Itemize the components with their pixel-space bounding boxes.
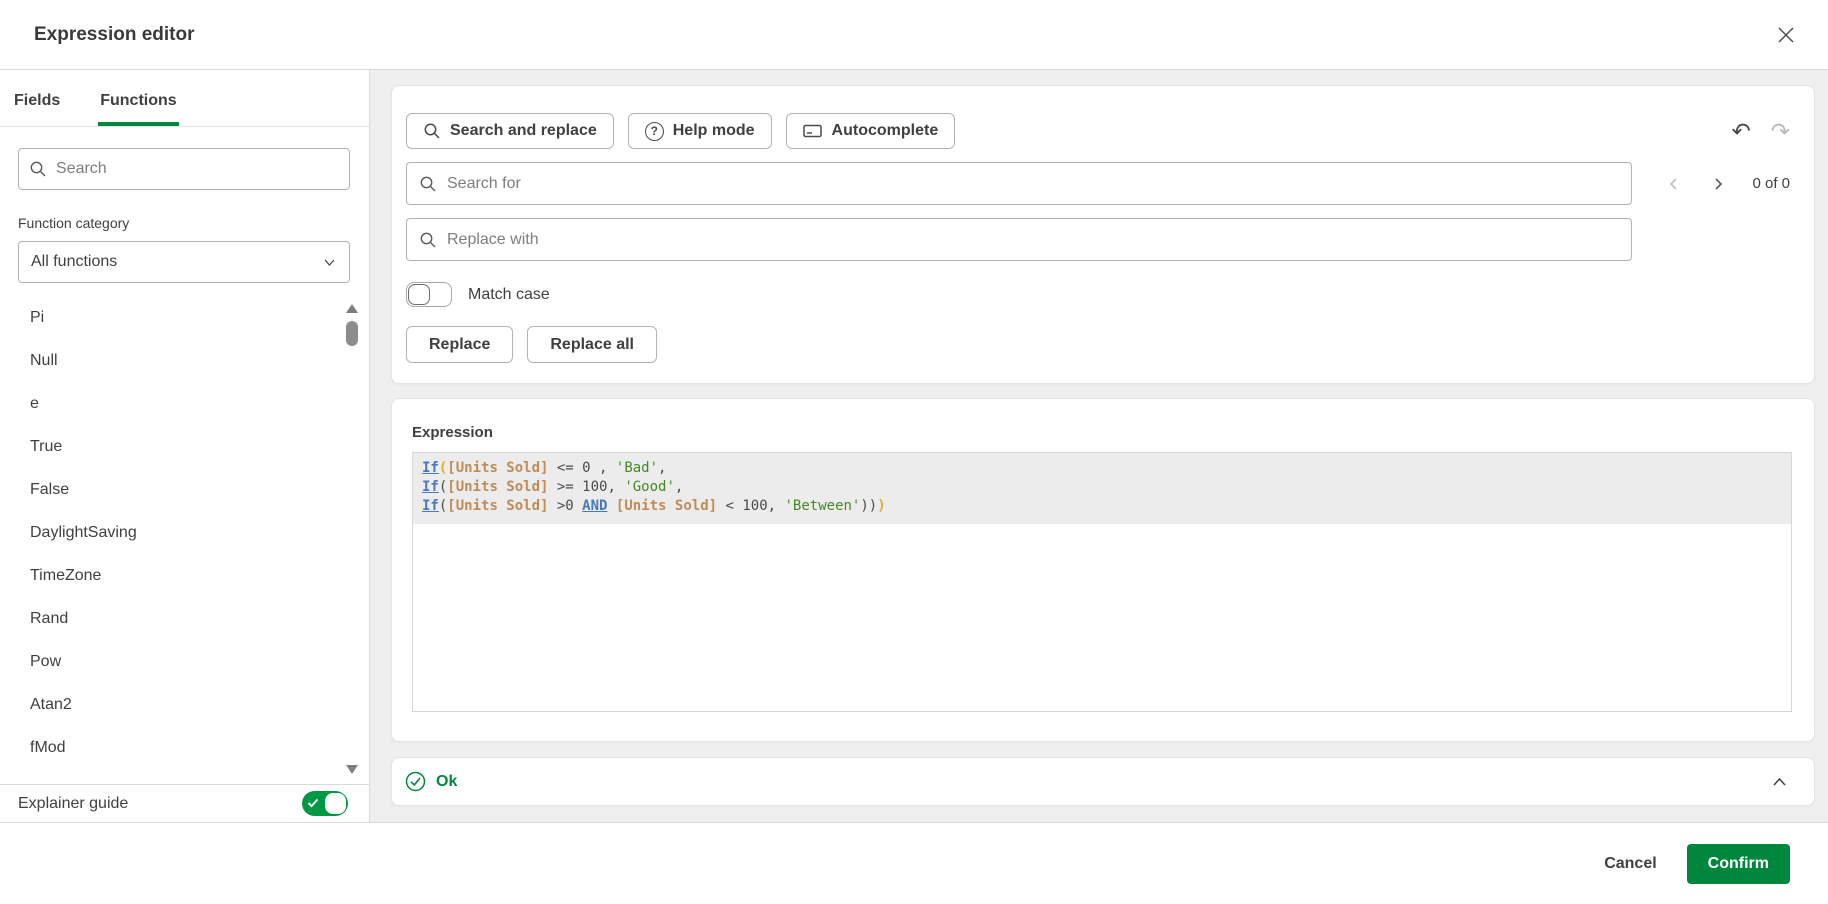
tab-functions[interactable]: Functions (98, 78, 179, 126)
function-item[interactable]: Pi (0, 296, 369, 339)
close-button[interactable] (1769, 18, 1803, 52)
close-icon (1778, 27, 1794, 42)
function-item[interactable]: True (0, 425, 369, 468)
expression-code: If([Units Sold] <= 0 , 'Bad', If([Units S… (413, 453, 1791, 524)
help-icon: ? (644, 121, 664, 141)
redo-button[interactable]: ↷ (1769, 117, 1792, 144)
autocomplete-button[interactable]: Autocomplete (785, 113, 956, 149)
dropdown-selected-value: All functions (31, 253, 118, 270)
check-icon (307, 798, 319, 808)
sidebar-search-input[interactable] (56, 160, 339, 178)
help-mode-label: Help mode (672, 122, 755, 139)
chevron-left-icon (1670, 177, 1678, 190)
tab-fields[interactable]: Fields (12, 78, 62, 126)
function-item[interactable]: Acos (0, 769, 369, 785)
autocomplete-label: Autocomplete (831, 122, 939, 139)
redo-icon: ↷ (1770, 117, 1790, 144)
sidebar-search-field (18, 148, 350, 190)
sidebar: Fields Functions Function category All f… (0, 70, 370, 822)
function-list-scrollbar[interactable] (345, 296, 359, 784)
undo-button[interactable]: ↶ (1729, 117, 1752, 144)
scroll-up-arrow-icon[interactable] (346, 304, 358, 313)
expression-card: Expression If([Units Sold] <= 0 , 'Bad',… (391, 398, 1815, 742)
explainer-guide-toggle[interactable] (302, 791, 348, 816)
previous-match-button[interactable] (1664, 174, 1684, 194)
ok-check-icon (405, 771, 426, 792)
page-title: Expression editor (34, 23, 195, 45)
chevron-down-icon (324, 259, 335, 266)
validation-status-bar[interactable]: Ok (391, 757, 1815, 806)
search-and-replace-label: Search and replace (450, 122, 597, 139)
cancel-button[interactable]: Cancel (1604, 855, 1656, 873)
function-item[interactable]: fMod (0, 726, 369, 769)
explainer-guide-label: Explainer guide (18, 794, 129, 812)
expression-editor[interactable]: If([Units Sold] <= 0 , 'Bad', If([Units S… (412, 452, 1792, 712)
sidebar-tabs: Fields Functions (0, 70, 369, 127)
scrollbar-thumb[interactable] (346, 321, 358, 346)
search-icon (420, 232, 436, 247)
autocomplete-icon (802, 124, 822, 138)
dialog-footer: Cancel Confirm (0, 822, 1828, 904)
confirm-button[interactable]: Confirm (1686, 843, 1790, 884)
search-and-replace-button[interactable]: Search and replace (406, 113, 614, 149)
scroll-down-arrow-icon[interactable] (346, 765, 358, 774)
search-icon (424, 123, 440, 139)
chevron-right-icon (1715, 177, 1723, 190)
explainer-guide-row: Explainer guide (0, 784, 369, 822)
help-mode-button[interactable]: ? Help mode (627, 113, 772, 149)
function-category-label: Function category (18, 215, 130, 231)
function-item[interactable]: DaylightSaving (0, 511, 369, 554)
search-icon (420, 176, 436, 191)
function-item[interactable]: Atan2 (0, 683, 369, 726)
match-case-toggle[interactable] (406, 282, 452, 307)
function-item[interactable]: Pow (0, 640, 369, 683)
status-text: Ok (436, 772, 458, 790)
function-item[interactable]: Null (0, 339, 369, 382)
search-for-field (406, 162, 1632, 205)
undo-icon: ↶ (1731, 117, 1751, 144)
function-item[interactable]: False (0, 468, 369, 511)
search-icon (30, 161, 46, 177)
search-for-input[interactable] (447, 174, 1619, 193)
editor-content: Search and replace ? Help mode Autocompl… (370, 70, 1828, 822)
expression-label: Expression (412, 424, 493, 441)
next-match-button[interactable] (1708, 174, 1728, 194)
replace-button[interactable]: Replace (406, 326, 514, 363)
match-case-label: Match case (468, 285, 550, 303)
replace-all-button[interactable]: Replace all (527, 326, 657, 363)
dialog-header: Expression editor (0, 0, 1828, 70)
search-replace-card: Search and replace ? Help mode Autocompl… (391, 85, 1815, 384)
collapse-status-button[interactable] (1769, 773, 1790, 791)
chevron-up-icon (1773, 777, 1786, 786)
function-list: Pi Null e True False DaylightSaving TimeZone Ra… (0, 296, 369, 784)
function-item[interactable]: TimeZone (0, 554, 369, 597)
function-category-dropdown[interactable]: All functions (18, 241, 350, 283)
match-counter: 0 of 0 (1752, 175, 1790, 192)
function-item[interactable]: Rand (0, 597, 369, 640)
replace-with-input[interactable] (447, 230, 1619, 249)
function-item[interactable]: e (0, 382, 369, 425)
replace-with-field (406, 218, 1632, 261)
